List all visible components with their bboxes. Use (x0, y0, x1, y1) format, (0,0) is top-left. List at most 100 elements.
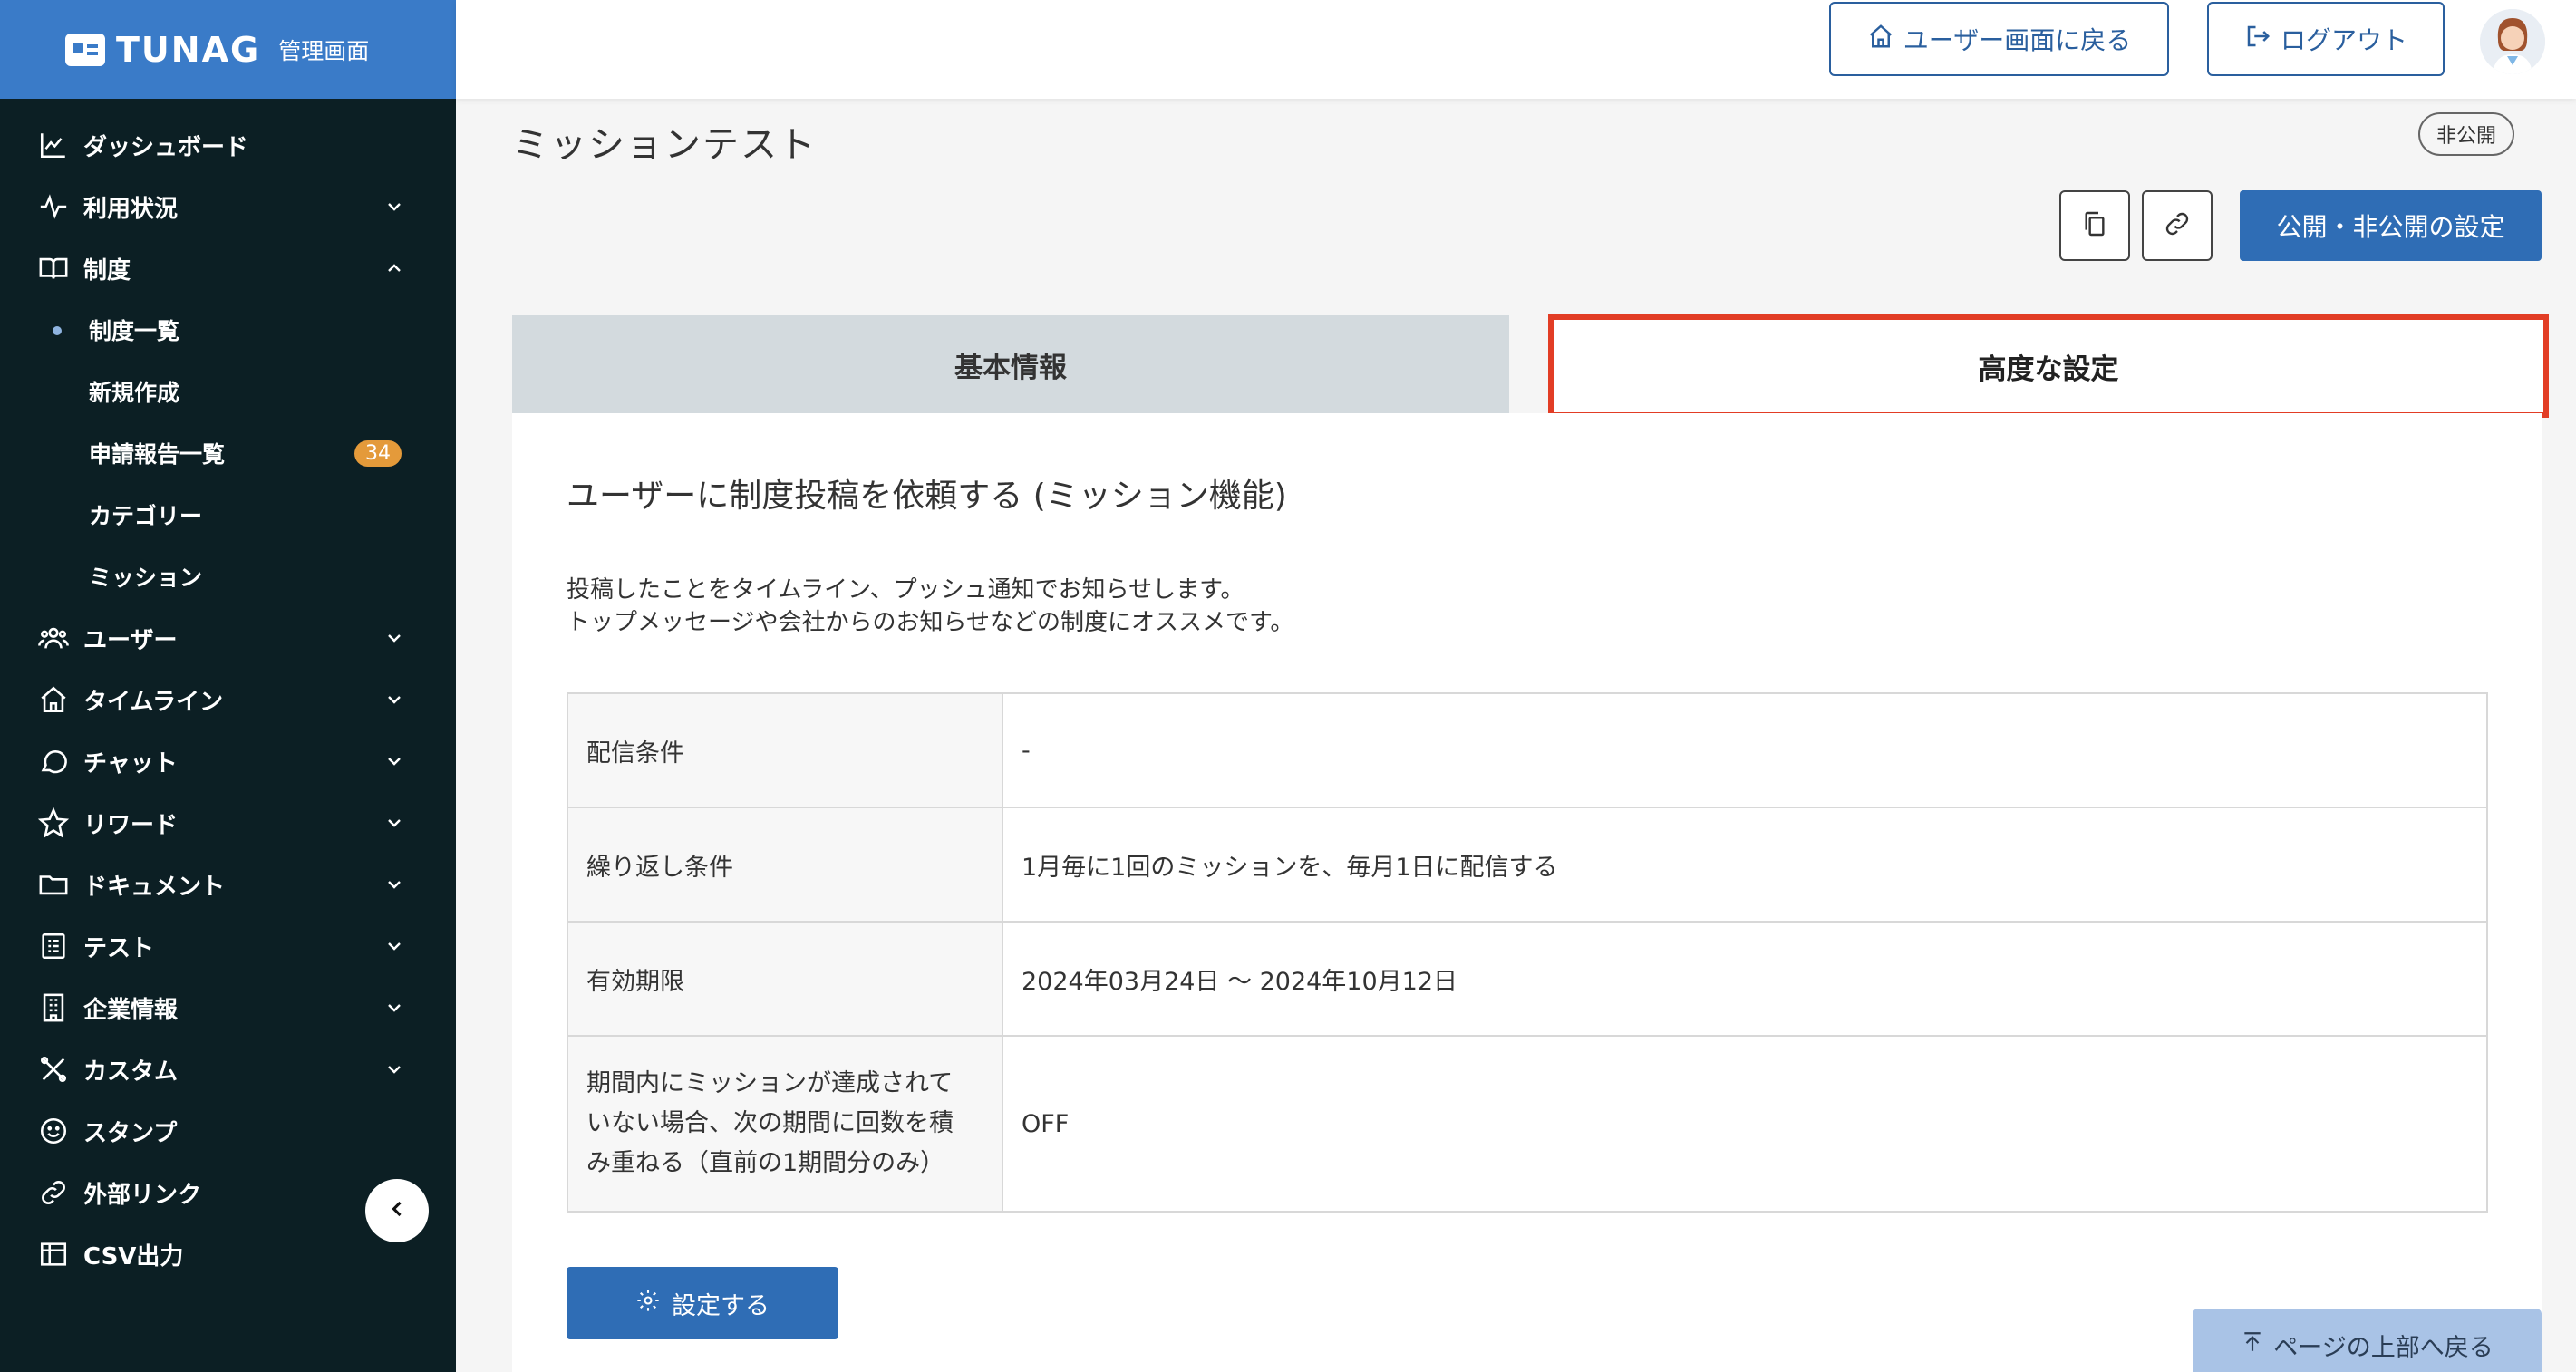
link-icon (2163, 209, 2192, 242)
row-value: 2024年03月24日 〜 2024年10月12日 (1002, 921, 2488, 1037)
table-row: 配信条件 - (567, 692, 2488, 808)
user-screen-button[interactable]: ユーザー画面に戻る (1829, 2, 2169, 76)
sidebar-item-users[interactable]: ユーザー (0, 607, 456, 669)
logout-button[interactable]: ログアウト (2207, 2, 2445, 76)
sidebar-subitem-label: 新規作成 (89, 380, 180, 406)
user-avatar[interactable] (2480, 9, 2545, 74)
sidebar-subitem-label: 制度一覧 (89, 318, 180, 344)
sidebar-item-label: 外部リンク (83, 1181, 202, 1209)
tab-basic-info[interactable]: 基本情報 (512, 315, 1509, 413)
sidebar-item-document[interactable]: ドキュメント (0, 854, 456, 915)
apply-settings-label: 設定する (672, 1291, 770, 1320)
sidebar-subitem-label: カテゴリー (89, 503, 203, 529)
sidebar-subitem-seido-list[interactable]: 制度一覧 (0, 299, 456, 361)
sidebar-subitem-label: 申請報告一覧 (89, 441, 226, 468)
tab-advanced-settings[interactable]: 高度な設定 (1548, 314, 2549, 418)
sidebar-item-label: 制度 (83, 256, 131, 285)
arrow-up-icon (2241, 1330, 2264, 1360)
copy-icon (2080, 209, 2109, 242)
sidebar-item-chat[interactable]: チャット (0, 730, 456, 792)
sidebar-subitem-applications[interactable]: 申請報告一覧 34 (0, 422, 456, 484)
table-icon (38, 1239, 69, 1270)
sidebar-item-test[interactable]: テスト (0, 915, 456, 977)
row-key: 配信条件 (567, 692, 1003, 808)
chevron-down-icon (383, 627, 405, 649)
sidebar-item-timeline[interactable]: タイムライン (0, 669, 456, 730)
chevron-down-icon (383, 750, 405, 772)
row-key-line: いない場合、次の期間に回数を積 (586, 1109, 954, 1137)
sidebar-item-label: 企業情報 (83, 996, 179, 1024)
chevron-left-icon (384, 1196, 410, 1225)
sidebar-item-dashboard[interactable]: ダッシュボード (0, 114, 456, 176)
back-to-top-button[interactable]: ページの上部へ戻る (2193, 1309, 2542, 1372)
chevron-down-icon (383, 997, 405, 1019)
table-row: 繰り返し条件 1月毎に1回のミッションを、毎月1日に配信する (567, 807, 2488, 923)
table-row: 有効期限 2024年03月24日 〜 2024年10月12日 (567, 921, 2488, 1037)
brand-header[interactable]: TUNAG 管理画面 (0, 0, 456, 99)
top-header: ユーザー画面に戻る ログアウト (456, 0, 2576, 99)
chevron-down-icon (383, 935, 405, 957)
sidebar-item-label: ドキュメント (83, 873, 226, 901)
chevron-down-icon (383, 196, 405, 217)
folder-icon (38, 869, 69, 900)
smile-icon (38, 1116, 69, 1146)
sidebar-item-seido[interactable]: 制度 (0, 237, 456, 299)
sidebar-item-custom[interactable]: カスタム (0, 1039, 456, 1100)
chevron-down-icon (383, 812, 405, 834)
checklist-icon (38, 931, 69, 961)
sidebar-collapse-button[interactable] (365, 1179, 429, 1242)
logout-icon (2244, 23, 2271, 56)
chat-icon (38, 746, 69, 777)
sidebar-item-label: スタンプ (83, 1119, 178, 1147)
row-value: 1月毎に1回のミッションを、毎月1日に配信する (1002, 807, 2488, 923)
mission-settings-table: 配信条件 - 繰り返し条件 1月毎に1回のミッションを、毎月1日に配信する 有効… (567, 692, 2488, 1213)
home-icon (1867, 23, 1894, 56)
gear-icon (635, 1288, 661, 1319)
brand-subtitle: 管理画面 (278, 37, 370, 64)
copy-link-button[interactable] (2142, 190, 2213, 261)
row-key-line: 期間内にミッションが達成されて (586, 1069, 954, 1097)
sidebar-item-label: チャット (83, 749, 178, 778)
copy-button[interactable] (2059, 190, 2130, 261)
sidebar-item-label: ダッシュボード (83, 133, 249, 161)
row-key-line: み重ねる（直前の1期間分のみ） (586, 1149, 945, 1177)
user-screen-label: ユーザー画面に戻る (1903, 25, 2132, 55)
sidebar-subitem-category[interactable]: カテゴリー (0, 484, 456, 546)
sidebar-item-reward[interactable]: リワード (0, 792, 456, 854)
sidebar-item-usage[interactable]: 利用状況 (0, 176, 456, 237)
sidebar-nav: ダッシュボード 利用状況 制度 制度一覧 新規作成 申請報告一覧 34 カテゴリ… (0, 114, 456, 1285)
chevron-up-icon (383, 257, 405, 279)
tools-icon (38, 1054, 69, 1085)
sidebar-item-label: ユーザー (83, 626, 178, 654)
sidebar-item-label: タイムライン (83, 688, 224, 716)
advanced-settings-panel: ユーザーに制度投稿を依頼する (ミッション機能) 投稿したことをタイムライン、プ… (512, 413, 2542, 1372)
sidebar-subitem-mission[interactable]: ミッション (0, 546, 456, 607)
row-value: - (1002, 692, 2488, 808)
sidebar-subitem-new[interactable]: 新規作成 (0, 361, 456, 422)
sidebar-item-label: テスト (83, 934, 155, 962)
chevron-down-icon (383, 874, 405, 895)
row-key: 有効期限 (567, 921, 1003, 1037)
sidebar-item-company[interactable]: 企業情報 (0, 977, 456, 1039)
pulse-icon (38, 191, 69, 222)
sidebar-item-label: 利用状況 (83, 195, 179, 223)
mission-section-title: ユーザーに制度投稿を依頼する (ミッション機能) (567, 478, 1287, 515)
sidebar-item-label: リワード (83, 811, 179, 839)
home-icon (38, 684, 69, 715)
building-icon (38, 992, 69, 1023)
chart-line-icon (38, 130, 69, 160)
sidebar-item-label: カスタム (83, 1058, 179, 1086)
table-row: 期間内にミッションが達成されて いない場合、次の期間に回数を積 み重ねる（直前の… (567, 1035, 2488, 1213)
row-key: 期間内にミッションが達成されて いない場合、次の期間に回数を積 み重ねる（直前の… (567, 1035, 1003, 1213)
sidebar: TUNAG 管理画面 ダッシュボード 利用状況 制度 制度一覧 新規作成 申請報… (0, 0, 456, 1372)
users-icon (38, 623, 69, 653)
row-value: OFF (1002, 1035, 2488, 1213)
active-dot-icon (53, 326, 62, 335)
chevron-down-icon (383, 689, 405, 710)
apply-settings-button[interactable]: 設定する (567, 1267, 838, 1339)
status-badge: 非公開 (2418, 112, 2515, 156)
publish-settings-button[interactable]: 公開・非公開の設定 (2240, 190, 2542, 261)
tunag-logo-icon (65, 33, 105, 66)
sidebar-item-stamp[interactable]: スタンプ (0, 1100, 456, 1162)
mission-description-line: 投稿したことをタイムライン、プッシュ通知でお知らせします。 (567, 576, 1244, 604)
